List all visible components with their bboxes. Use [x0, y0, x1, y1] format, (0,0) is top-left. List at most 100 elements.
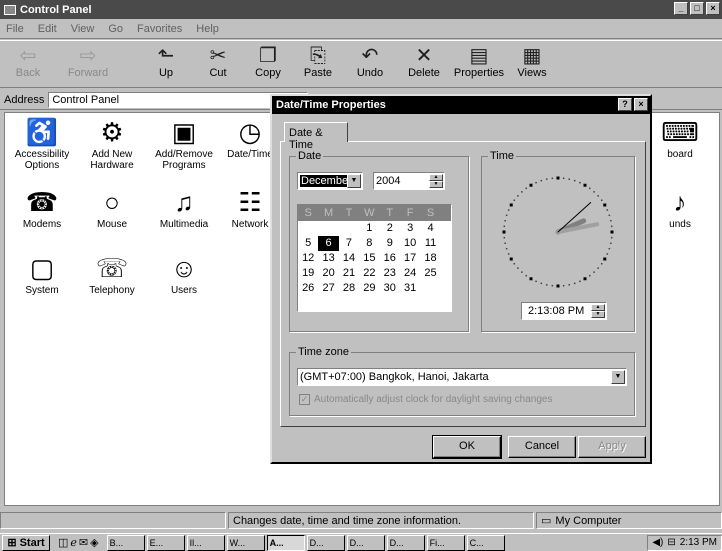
spin-up-icon[interactable]: ▲ [591, 304, 605, 311]
calendar-day[interactable]: 24 [400, 266, 420, 281]
calendar-day[interactable]: 21 [339, 266, 359, 281]
help-button[interactable]: ? [618, 98, 632, 111]
calendar-day[interactable]: 29 [359, 281, 379, 296]
forward-button[interactable]: ⇨ Forward [66, 45, 110, 79]
item-add-hardware[interactable]: ⚙ Add New Hardware [77, 117, 147, 171]
item-system[interactable]: ▢ System [7, 253, 77, 296]
item-multimedia[interactable]: ♫ Multimedia [149, 187, 219, 230]
item-accessibility[interactable]: ♿ Accessibility Options [7, 117, 77, 171]
calendar-day[interactable]: 10 [400, 236, 420, 251]
calendar-day[interactable]: 23 [380, 266, 400, 281]
item-sounds[interactable]: ♪ unds [645, 187, 715, 230]
menu-go[interactable]: Go [108, 23, 123, 35]
menu-edit[interactable]: Edit [38, 23, 57, 35]
calendar-day[interactable]: 26 [298, 281, 318, 296]
copy-button[interactable]: ❐ Copy [246, 45, 290, 79]
calendar[interactable]: SMTWTFS 1 2 3 4 5 6 7 8 9 10 11 12 13 14 15 16 17 18 19 20 2… [297, 204, 452, 312]
paste-button[interactable]: ⎘ Paste [296, 45, 340, 79]
minimize-button[interactable]: _ [674, 2, 688, 15]
calendar-day[interactable]: 15 [359, 251, 379, 266]
calendar-day[interactable]: 4 [420, 221, 440, 236]
taskbar-task-button[interactable]: C... [466, 534, 505, 551]
back-button[interactable]: ⇦ Back [6, 45, 50, 79]
properties-button[interactable]: ▤ Properties [452, 45, 506, 79]
cancel-button[interactable]: Cancel [508, 436, 576, 458]
item-add-remove-programs[interactable]: ▣ Add/Remove Programs [149, 117, 219, 171]
item-telephony[interactable]: ☏ Telephony [77, 253, 147, 296]
calendar-day[interactable]: 19 [298, 266, 318, 281]
item-users[interactable]: ☺ Users [149, 253, 219, 296]
spin-up-icon[interactable]: ▲ [429, 174, 443, 181]
menu-favorites[interactable]: Favorites [137, 23, 182, 35]
calendar-days[interactable]: 1 2 3 4 5 6 7 8 9 10 11 12 13 14 15 16 17 18 19 20 21 22 23 24 2… [298, 221, 451, 296]
volume-icon[interactable]: ◀) [652, 537, 663, 548]
show-desktop-icon[interactable]: ◫ [58, 536, 68, 549]
spin-down-icon[interactable]: ▼ [429, 181, 443, 188]
up-button[interactable]: ⬑ Up [144, 45, 188, 79]
clock-tick [503, 236, 506, 239]
calendar-day[interactable]: 16 [380, 251, 400, 266]
ok-button[interactable]: OK [432, 435, 502, 459]
taskbar-task-button[interactable]: Fi... [426, 534, 465, 551]
dst-checkbox[interactable]: ✓ Automatically adjust clock for dayligh… [299, 394, 552, 405]
calendar-day[interactable]: 31 [400, 281, 420, 296]
calendar-day[interactable]: 14 [339, 251, 359, 266]
views-button[interactable]: ▦ Views [510, 45, 554, 79]
outlook-icon[interactable]: ✉ [79, 536, 88, 549]
timezone-select[interactable]: (GMT+07:00) Bangkok, Hanoi, Jakarta ▼ [297, 368, 627, 386]
calendar-day[interactable]: 28 [339, 281, 359, 296]
calendar-day[interactable]: 1 [359, 221, 379, 236]
calendar-day[interactable]: 8 [359, 236, 379, 251]
cut-button[interactable]: ✂ Cut [196, 45, 240, 79]
spin-down-icon[interactable]: ▼ [591, 311, 605, 318]
menu-file[interactable]: File [6, 23, 24, 35]
calendar-day[interactable]: 9 [380, 236, 400, 251]
start-button[interactable]: ⊞ Start [2, 534, 50, 551]
calendar-day[interactable]: 2 [380, 221, 400, 236]
calendar-day[interactable]: 6 [318, 236, 339, 251]
channels-icon[interactable]: ◈ [90, 536, 98, 549]
taskbar-task-button[interactable]: W... [226, 534, 265, 551]
year-spin-buttons[interactable]: ▲ ▼ [429, 174, 443, 188]
month-select[interactable]: December ▼ [297, 172, 363, 190]
taskbar-task-button[interactable]: D... [306, 534, 345, 551]
calendar-day[interactable]: 25 [420, 266, 440, 281]
taskbar-task-button[interactable]: A... [266, 534, 305, 551]
calendar-day[interactable]: 18 [420, 251, 440, 266]
calendar-day[interactable]: 30 [380, 281, 400, 296]
calendar-day[interactable]: 13 [318, 251, 338, 266]
taskbar-task-button[interactable]: E... [146, 534, 185, 551]
calendar-day[interactable]: 22 [359, 266, 379, 281]
menu-view[interactable]: View [71, 23, 95, 35]
calendar-day[interactable]: 20 [318, 266, 338, 281]
undo-button[interactable]: ↶ Undo [348, 45, 392, 79]
time-spinner[interactable]: 2:13:08 PM ▲ ▼ [521, 302, 607, 320]
tab-date-time[interactable]: Date & Time [284, 122, 348, 151]
dialog-close-button[interactable]: × [634, 98, 648, 111]
ie-icon[interactable]: ℯ [70, 536, 77, 549]
calendar-day[interactable]: 5 [298, 236, 318, 251]
taskbar-task-button[interactable]: Il... [186, 534, 225, 551]
calendar-day[interactable]: 27 [318, 281, 338, 296]
clock-tick [608, 214, 611, 217]
calendar-day[interactable]: 11 [420, 236, 440, 251]
menu-help[interactable]: Help [196, 23, 219, 35]
calendar-day[interactable]: 17 [400, 251, 420, 266]
calendar-day[interactable]: 3 [400, 221, 420, 236]
taskbar-task-button[interactable]: D... [386, 534, 425, 551]
item-keyboard[interactable]: ⌨ board [645, 117, 715, 160]
close-button[interactable]: × [706, 2, 720, 15]
delete-button[interactable]: ✕ Delete [402, 45, 446, 79]
item-modems[interactable]: ☎ Modems [7, 187, 77, 230]
taskbar-task-button[interactable]: B... [106, 534, 145, 551]
taskbar-task-button[interactable]: D... [346, 534, 385, 551]
network-tray-icon[interactable]: ⊟ [667, 537, 675, 548]
tray-clock[interactable]: 2:13 PM [680, 537, 717, 548]
maximize-button[interactable]: □ [690, 2, 704, 15]
calendar-day[interactable]: 12 [298, 251, 318, 266]
apply-button[interactable]: Apply [578, 436, 646, 458]
calendar-day[interactable]: 7 [339, 236, 359, 251]
time-spin-buttons[interactable]: ▲ ▼ [591, 304, 605, 318]
year-spinner[interactable]: 2004 ▲ ▼ [373, 172, 445, 190]
item-mouse[interactable]: ○ Mouse [77, 187, 147, 230]
